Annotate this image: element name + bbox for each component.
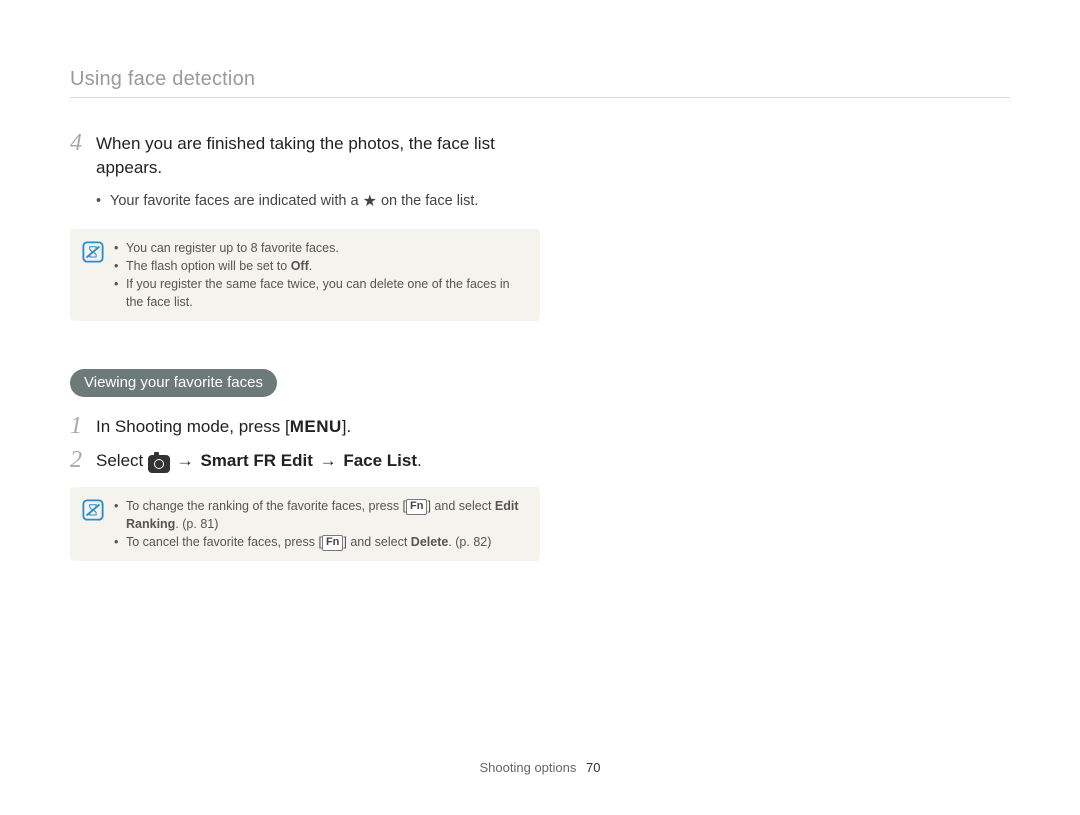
list-item: To cancel the favorite faces, press [Fn]… <box>114 533 528 551</box>
note-text: To cancel the favorite faces, press [ <box>126 535 322 549</box>
step-text: Select → Smart FR Edit → Face List. <box>96 449 422 473</box>
page-footer: Shooting options 70 <box>0 760 1080 775</box>
text-fragment: ]. <box>342 417 351 436</box>
step-2: 2 Select → Smart FR Edit → Face List. <box>70 449 540 473</box>
list-item: You can register up to 8 favorite faces. <box>114 239 528 257</box>
camera-icon <box>148 455 170 473</box>
note-text: . <box>309 259 312 273</box>
step-number: 4 <box>70 132 96 154</box>
arrow-icon: → <box>318 451 339 470</box>
content-column: 4 When you are finished taking the photo… <box>70 132 540 561</box>
note-list: To change the ranking of the favorite fa… <box>114 497 528 551</box>
menu-button-label: MENU <box>290 417 342 436</box>
fn-key-icon: Fn <box>406 499 427 515</box>
note-text: ] and select <box>343 535 410 549</box>
step-text: In Shooting mode, press [MENU]. <box>96 415 351 439</box>
note-text: To change the ranking of the favorite fa… <box>126 499 406 513</box>
step-number: 2 <box>70 449 96 471</box>
text-fragment: . <box>417 451 422 470</box>
note-text: You can register up to 8 favorite faces. <box>126 241 339 255</box>
list-item: To change the ranking of the favorite fa… <box>114 497 528 533</box>
note-text: . (p. 81) <box>175 517 218 531</box>
section-heading-pill: Viewing your favorite faces <box>70 369 277 397</box>
manual-page: Using face detection 4 When you are fini… <box>0 0 1080 815</box>
arrow-icon: → <box>175 451 196 470</box>
star-icon: ★ <box>363 193 377 210</box>
note-text: If you register the same face twice, you… <box>126 277 510 309</box>
note-icon <box>82 241 104 268</box>
menu-path-item: Smart FR Edit <box>200 451 312 470</box>
note-box: You can register up to 8 favorite faces.… <box>70 229 540 321</box>
note-box: To change the ranking of the favorite fa… <box>70 487 540 561</box>
step-number: 1 <box>70 415 96 437</box>
text-fragment: In Shooting mode, press [ <box>96 417 290 436</box>
step-1: 1 In Shooting mode, press [MENU]. <box>70 415 540 439</box>
bullet-text-pre: Your favorite faces are indicated with a <box>110 193 363 209</box>
page-header-title: Using face detection <box>70 68 1010 98</box>
footer-page-number: 70 <box>586 760 600 775</box>
list-item: Your favorite faces are indicated with a… <box>96 190 540 213</box>
note-bold: Off <box>291 259 309 273</box>
footer-section-label: Shooting options <box>480 760 577 775</box>
note-icon <box>82 499 104 526</box>
bullet-text-post: on the face list. <box>381 193 479 209</box>
step-4: 4 When you are finished taking the photo… <box>70 132 540 180</box>
text-fragment: Select <box>96 451 148 470</box>
step-4-bullets: Your favorite faces are indicated with a… <box>96 190 540 213</box>
list-item: The flash option will be set to Off. <box>114 257 528 275</box>
note-text: . (p. 82) <box>448 535 491 549</box>
note-text: ] and select <box>427 499 494 513</box>
menu-path-item: Face List <box>343 451 417 470</box>
note-text: The flash option will be set to <box>126 259 291 273</box>
list-item: If you register the same face twice, you… <box>114 275 528 311</box>
fn-key-icon: Fn <box>322 535 343 551</box>
step-text: When you are finished taking the photos,… <box>96 132 540 180</box>
note-bold: Delete <box>411 535 449 549</box>
note-list: You can register up to 8 favorite faces.… <box>114 239 528 311</box>
